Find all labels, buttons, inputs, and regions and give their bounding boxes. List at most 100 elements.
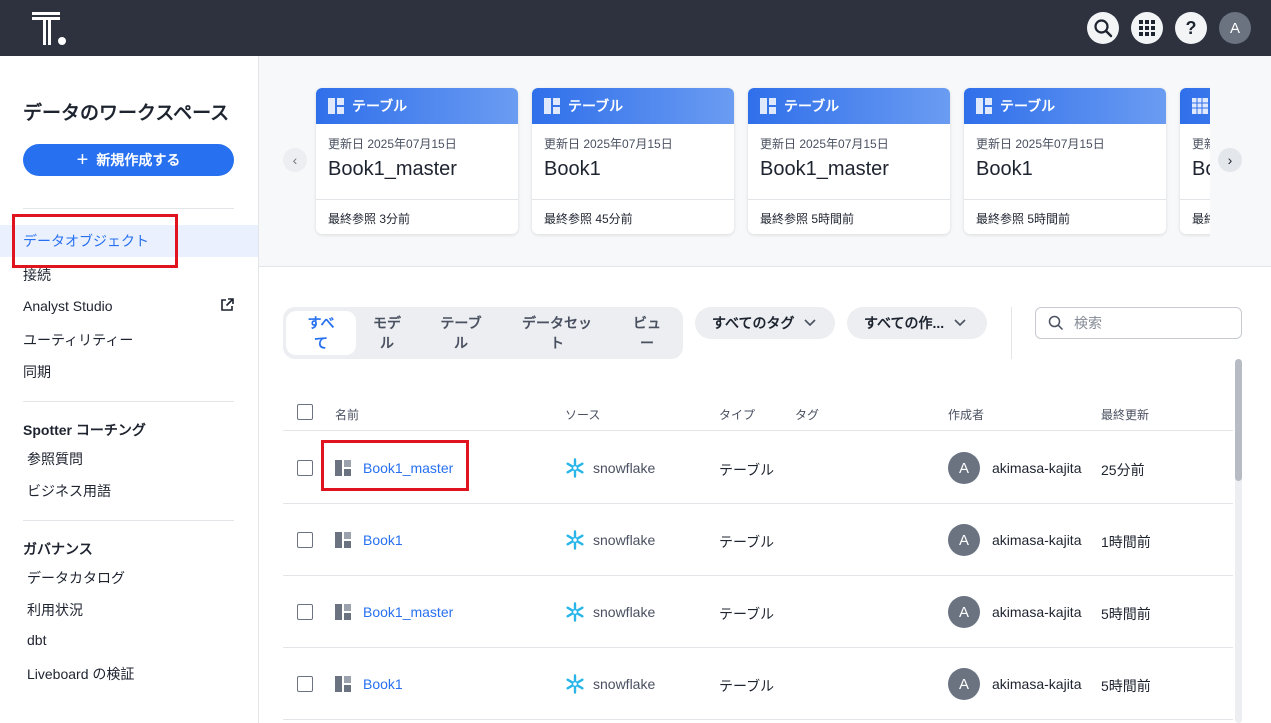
snowflake-icon [566, 602, 584, 622]
row-last-updated: 25分前 [1101, 462, 1145, 478]
sidebar-item-connections[interactable]: 接続 [23, 265, 51, 285]
table-icon [760, 98, 776, 114]
card-last-viewed: 最終参照 45分前 [532, 199, 734, 234]
card-updated-date: 更新日 2025年07月15日 [760, 137, 889, 151]
card-last-viewed: 最終参照 5時間前 [964, 199, 1166, 234]
card-name: Book1 [976, 158, 1033, 180]
carousel-prev-button[interactable]: ‹ [283, 148, 307, 172]
row-name-link[interactable]: Book1 [363, 676, 403, 692]
row-name-link[interactable]: Book1_master [363, 604, 453, 620]
carousel-next-button[interactable]: › [1218, 148, 1242, 172]
avatar: A [948, 524, 980, 556]
row-type: テーブル [719, 678, 775, 694]
tab-views[interactable]: ビュー [617, 311, 677, 355]
sidebar-title: データのワークスペース [23, 103, 230, 124]
snowflake-icon [566, 674, 584, 694]
card-name: Book1_master [328, 158, 457, 180]
card-last-viewed: 最終参照 5時間前 [748, 199, 950, 234]
row-type: テーブル [719, 606, 775, 622]
card-name: Book1 [544, 158, 601, 180]
tag-filter-dropdown[interactable]: すべてのタグ [695, 307, 835, 339]
tab-datasets[interactable]: データセット [507, 311, 607, 355]
row-checkbox[interactable] [297, 676, 313, 692]
scrollbar-thumb[interactable] [1235, 359, 1242, 481]
card-last-viewed: 最終参照 3分前 [316, 199, 518, 234]
object-type-tabs: すべて モデル テーブル データセット ビュー [283, 307, 683, 359]
sidebar-item-dbt[interactable]: dbt [27, 632, 46, 648]
card-updated-date: 更新日 2025年07月15日 [544, 137, 673, 151]
help-icon[interactable]: ? [1175, 12, 1207, 44]
row-source: snowflake [565, 458, 655, 478]
chevron-down-icon [804, 319, 817, 327]
divider [23, 401, 234, 402]
sidebar-item-utilities[interactable]: ユーティリティー [23, 330, 133, 350]
row-checkbox[interactable] [297, 532, 313, 548]
row-last-updated: 1時間前 [1101, 534, 1151, 550]
highlight-box [321, 440, 469, 491]
recent-card[interactable]: テーブル 更新日 2025年07月15日 Book1 最終参照 5時間前 [964, 88, 1166, 234]
table-icon [328, 98, 344, 114]
recent-card[interactable]: テーブル 更新日 2025年07月15日 Book1_master 最終参照 5… [748, 88, 950, 234]
table-icon [335, 676, 351, 692]
sidebar-item-liveboard-verification[interactable]: Liveboard の検証 [27, 664, 134, 684]
recent-card[interactable]: テーブル 更新日 2025年07月15日 Book1 最終参照 45分前 [532, 88, 734, 234]
select-all-checkbox[interactable] [297, 404, 313, 420]
column-header-name[interactable]: 名前 [335, 406, 359, 423]
tab-tables[interactable]: テーブル [423, 311, 499, 355]
row-name-link[interactable]: Book1 [363, 532, 403, 548]
author-filter-dropdown[interactable]: すべての作... [847, 307, 987, 339]
table-icon [335, 532, 351, 548]
search-icon [1048, 315, 1064, 331]
search-icon[interactable] [1087, 12, 1119, 44]
column-header-tag[interactable]: タグ [795, 406, 819, 423]
row-author: akimasa-kajita [992, 532, 1082, 548]
sidebar-item-data-catalog[interactable]: データカタログ [27, 568, 125, 588]
user-avatar[interactable]: A [1219, 12, 1251, 44]
column-header-type[interactable]: タイプ [719, 406, 755, 423]
divider [23, 520, 234, 521]
tab-all[interactable]: すべて [286, 311, 356, 355]
thoughtspot-logo[interactable] [32, 12, 68, 46]
recent-card[interactable]: テーブル 更新日 2025年07月15日 Book1_master 最終参照 3… [316, 88, 518, 234]
tab-models[interactable]: モデル [359, 311, 415, 355]
search-box[interactable] [1035, 307, 1242, 339]
avatar: A [948, 668, 980, 700]
row-type: テーブル [719, 534, 775, 550]
sidebar-item-analyst-studio[interactable]: Analyst Studio [23, 298, 113, 314]
recent-objects-carousel: ‹ テーブル 更新日 2025年07月15日 Book1_master 最終参照… [259, 56, 1271, 267]
sidebar: データのワークスペース + 新規作成する データオブジェクト 接続 Analys… [0, 56, 259, 723]
section-spotter-coaching: Spotter コーチング [23, 422, 146, 438]
row-source: snowflake [565, 530, 655, 550]
card-updated-date: 更新日 2025年07月15日 [976, 137, 1105, 151]
snowflake-icon [566, 458, 584, 478]
table-icon [544, 98, 560, 114]
divider [1011, 307, 1012, 359]
apps-grid-icon[interactable] [1131, 12, 1163, 44]
row-author: akimasa-kajita [992, 676, 1082, 692]
grid-table-icon [1192, 98, 1208, 114]
row-checkbox[interactable] [297, 604, 313, 620]
search-input[interactable] [1074, 315, 1214, 331]
row-checkbox[interactable] [297, 460, 313, 476]
chevron-down-icon [954, 319, 966, 327]
new-create-button[interactable]: + 新規作成する [23, 144, 234, 176]
highlight-box [12, 214, 178, 268]
column-header-author[interactable]: 作成者 [948, 406, 984, 423]
plus-icon: + [76, 149, 89, 171]
external-link-icon[interactable] [220, 298, 234, 312]
sidebar-item-usage[interactable]: 利用状況 [27, 600, 83, 620]
section-governance: ガバナンス [23, 541, 93, 557]
table-icon [976, 98, 992, 114]
table-icon [335, 604, 351, 620]
row-author: akimasa-kajita [992, 604, 1082, 620]
row-author: akimasa-kajita [992, 460, 1082, 476]
sidebar-item-sync[interactable]: 同期 [23, 362, 51, 382]
top-bar: ? A [0, 0, 1271, 56]
sidebar-item-business-terms[interactable]: ビジネス用語 [27, 481, 111, 501]
row-source: snowflake [565, 602, 655, 622]
column-header-source[interactable]: ソース [565, 406, 600, 423]
column-header-last-updated[interactable]: 最終更新 [1101, 406, 1149, 423]
row-last-updated: 5時間前 [1101, 678, 1151, 694]
sidebar-item-reference-questions[interactable]: 参照質問 [27, 449, 83, 469]
divider [23, 208, 234, 209]
